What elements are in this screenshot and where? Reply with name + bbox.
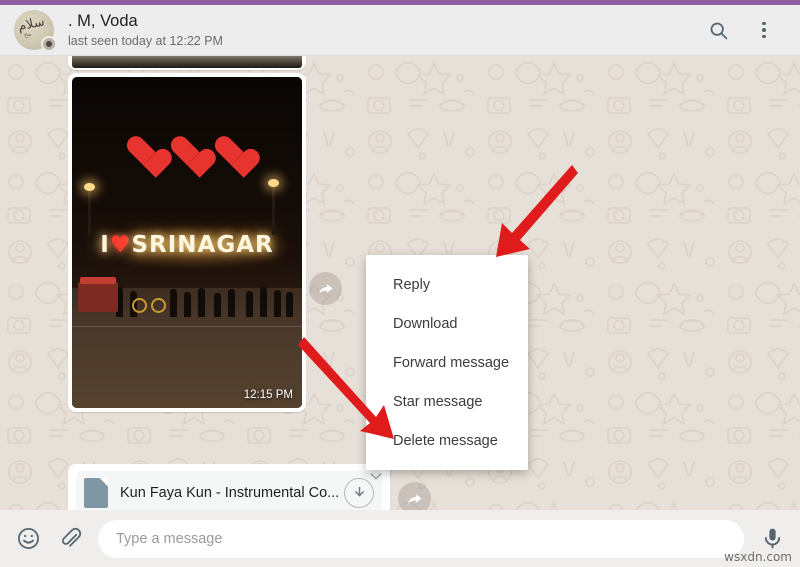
contact-name: . M, Voda: [68, 11, 138, 30]
context-menu-item-reply[interactable]: Reply: [366, 265, 528, 304]
header-actions: [706, 18, 786, 42]
street-lamp-icon: [84, 183, 95, 235]
chat-message-area[interactable]: I♥SRINAGAR 12:15 PM Kun Faya Kun - Instr…: [0, 56, 800, 510]
forward-icon[interactable]: [309, 272, 342, 305]
context-menu-item-download[interactable]: Download: [366, 304, 528, 343]
message-bubble-file[interactable]: Kun Faya Kun - Instrumental Co... MP3 · …: [68, 464, 390, 510]
photo-sign-text: I♥SRINAGAR: [72, 232, 302, 258]
message-timestamp: 12:15 PM: [243, 389, 293, 401]
context-menu-item-forward-message[interactable]: Forward message: [366, 343, 528, 382]
message-bubble-photo[interactable]: I♥SRINAGAR 12:15 PM: [68, 73, 306, 412]
document-icon: [84, 477, 108, 508]
whatsapp-window: سلام مح . M, Voda last seen today at 12:…: [0, 0, 800, 567]
partial-media-thumb: [72, 56, 302, 68]
search-icon[interactable]: [706, 18, 730, 42]
avatar[interactable]: سلام مح: [14, 10, 57, 52]
file-attachment-row[interactable]: Kun Faya Kun - Instrumental Co...: [76, 471, 382, 510]
site-watermark: wsxdn.com: [724, 550, 792, 564]
context-menu-item-star-message[interactable]: Star message: [366, 382, 528, 421]
chat-header-text[interactable]: . M, Voda last seen today at 12:22 PM: [68, 12, 706, 49]
chat-header: سلام مح . M, Voda last seen today at 12:…: [0, 5, 800, 56]
context-menu-item-delete-message[interactable]: Delete message: [366, 421, 528, 460]
street-lamp-icon: [268, 179, 279, 235]
message-bubble-partial[interactable]: [68, 56, 306, 70]
avatar-script-text: سلام: [16, 14, 46, 35]
message-input[interactable]: [116, 530, 726, 547]
chevron-down-icon[interactable]: [368, 468, 384, 489]
photo-bicycle: [132, 293, 168, 313]
message-composer-bar: [0, 510, 800, 567]
avatar-script-subtext: مح: [23, 31, 32, 39]
attach-icon[interactable]: [56, 525, 84, 553]
photo-thumbnail[interactable]: I♥SRINAGAR 12:15 PM: [72, 77, 302, 408]
menu-overflow-icon[interactable]: [752, 18, 776, 42]
message-context-menu[interactable]: Reply Download Forward message Star mess…: [366, 255, 528, 470]
microphone-icon[interactable]: [758, 525, 786, 553]
avatar-status-badge: [41, 36, 57, 52]
sign-prefix: I: [100, 232, 110, 258]
photo-food-cart: [78, 277, 118, 312]
file-name: Kun Faya Kun - Instrumental Co...: [120, 484, 338, 501]
forward-icon[interactable]: [398, 482, 431, 510]
message-input-container[interactable]: [98, 519, 744, 558]
heart-icon: ♥: [109, 232, 132, 258]
contact-status: last seen today at 12:22 PM: [68, 33, 223, 48]
emoji-icon[interactable]: [14, 525, 42, 553]
photo-hearts-decor: [72, 137, 302, 168]
sign-suffix: SRINAGAR: [131, 232, 274, 258]
